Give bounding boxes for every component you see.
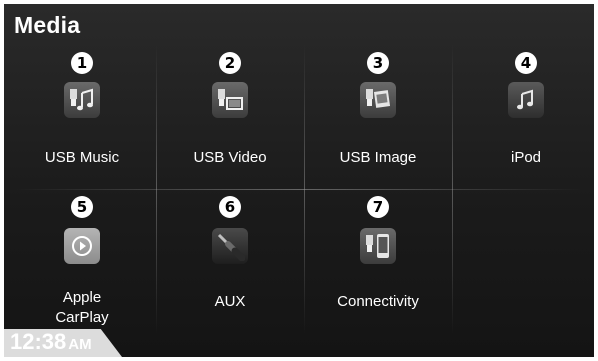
- clock-time: 12:38: [10, 329, 67, 354]
- page-title: Media: [14, 12, 81, 38]
- tile-label-line2: CarPlay: [55, 309, 109, 326]
- tile-number-badge: 2: [219, 52, 241, 74]
- tile-label-line1: Apple: [62, 289, 102, 306]
- media-screen: Media 1 USB Music 2 USB Video 3 USB Imag…: [4, 4, 594, 357]
- media-tile-usb-music[interactable]: 1 USB Music: [8, 52, 156, 192]
- media-tile-usb-video[interactable]: 2 USB Video: [156, 52, 304, 192]
- clock: 12:38 AM: [10, 329, 92, 355]
- tile-number-badge: 3: [367, 52, 389, 74]
- tile-label: Connectivity: [337, 293, 419, 310]
- media-tile-aux[interactable]: 6 AUX: [156, 196, 304, 336]
- clock-ampm: AM: [68, 336, 92, 353]
- media-tile-apple-carplay[interactable]: 5 Apple CarPlay: [8, 196, 156, 336]
- usb-video-icon: [212, 82, 248, 118]
- tile-label: USB Video: [193, 149, 267, 166]
- usb-music-icon: [64, 82, 100, 118]
- ipod-icon: [508, 82, 544, 118]
- media-tile-connectivity[interactable]: 7 Connectivity: [304, 196, 452, 336]
- tile-number-badge: 6: [219, 196, 241, 218]
- usb-image-icon: [360, 82, 396, 118]
- tile-number-badge: 5: [71, 196, 93, 218]
- media-tile-ipod[interactable]: 4 iPod: [452, 52, 594, 192]
- media-tile-usb-image[interactable]: 3 USB Image: [304, 52, 452, 192]
- carplay-icon: [64, 228, 100, 264]
- tile-label: iPod: [510, 149, 542, 166]
- tile-number-badge: 1: [71, 52, 93, 74]
- tile-label: USB Music: [44, 149, 120, 166]
- aux-cable-icon: [212, 228, 248, 264]
- tile-number-badge: 4: [515, 52, 537, 74]
- tile-label: USB Image: [339, 149, 417, 166]
- tile-number-badge: 7: [367, 196, 389, 218]
- usb-phone-connectivity-icon: [360, 228, 396, 264]
- tile-label: AUX: [214, 293, 246, 310]
